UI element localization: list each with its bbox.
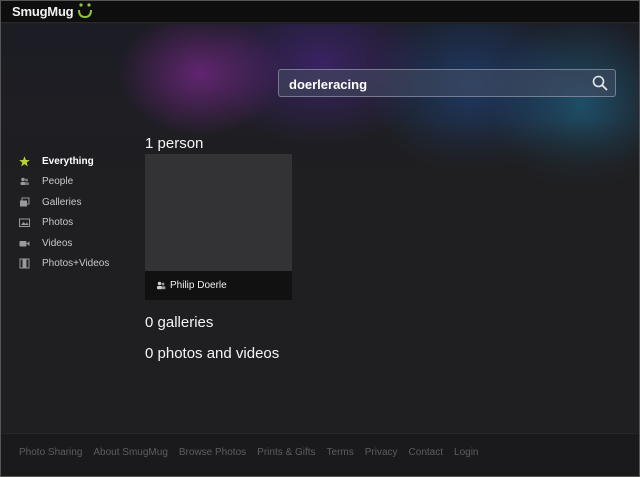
photo-icon xyxy=(19,217,30,228)
footer-link-browse-photos[interactable]: Browse Photos xyxy=(179,447,246,458)
star-icon xyxy=(19,156,30,167)
footer-link-prints-gifts[interactable]: Prints & Gifts xyxy=(257,447,315,458)
sidebar-item-label: People xyxy=(42,176,74,188)
footer-link-contact[interactable]: Contact xyxy=(409,447,443,458)
footer: Photo Sharing About SmugMug Browse Photo… xyxy=(1,433,639,476)
people-icon xyxy=(157,281,166,290)
smugmug-logo[interactable]: SmugMug xyxy=(12,4,74,19)
sidebar-item-label: Everything xyxy=(42,155,94,167)
filter-sidebar: Everything People Galleries Photos Video… xyxy=(19,151,129,274)
sidebar-item-label: Photos xyxy=(42,217,74,229)
footer-link-privacy[interactable]: Privacy xyxy=(365,447,398,458)
person-caption: Philip Doerle xyxy=(145,271,292,300)
footer-link-about[interactable]: About SmugMug xyxy=(93,447,168,458)
sidebar-item-photos[interactable]: Photos xyxy=(19,213,129,234)
footer-link-terms[interactable]: Terms xyxy=(327,447,354,458)
search-icon[interactable] xyxy=(591,74,609,92)
galleries-results-heading: 0 galleries xyxy=(145,314,214,331)
person-name[interactable]: Philip Doerle xyxy=(170,280,227,291)
sidebar-item-people[interactable]: People xyxy=(19,172,129,193)
media-results-heading: 0 photos and videos xyxy=(145,345,280,362)
smugmug-smile-logo-icon xyxy=(78,3,92,19)
sidebar-item-galleries[interactable]: Galleries xyxy=(19,192,129,213)
video-camera-icon xyxy=(19,238,30,249)
film-icon xyxy=(19,258,30,269)
search-input[interactable] xyxy=(289,75,579,93)
sidebar-item-label: Galleries xyxy=(42,196,82,208)
galleries-icon xyxy=(19,197,30,208)
footer-link-login[interactable]: Login xyxy=(454,447,478,458)
top-bar: SmugMug xyxy=(1,1,639,23)
footer-links: Photo Sharing About SmugMug Browse Photo… xyxy=(19,447,478,458)
sidebar-item-videos[interactable]: Videos xyxy=(19,233,129,254)
person-result-card[interactable]: Philip Doerle xyxy=(145,154,292,300)
page: SmugMug Everything People xyxy=(0,0,640,477)
footer-link-photo-sharing[interactable]: Photo Sharing xyxy=(19,447,82,458)
people-results-heading: 1 person xyxy=(145,135,204,152)
people-icon xyxy=(19,176,30,187)
sidebar-item-label: Videos xyxy=(42,237,73,249)
sidebar-item-photos-videos[interactable]: Photos+Videos xyxy=(19,254,129,275)
search-box xyxy=(278,69,616,97)
sidebar-item-everything[interactable]: Everything xyxy=(19,151,129,172)
sidebar-item-label: Photos+Videos xyxy=(42,258,110,270)
